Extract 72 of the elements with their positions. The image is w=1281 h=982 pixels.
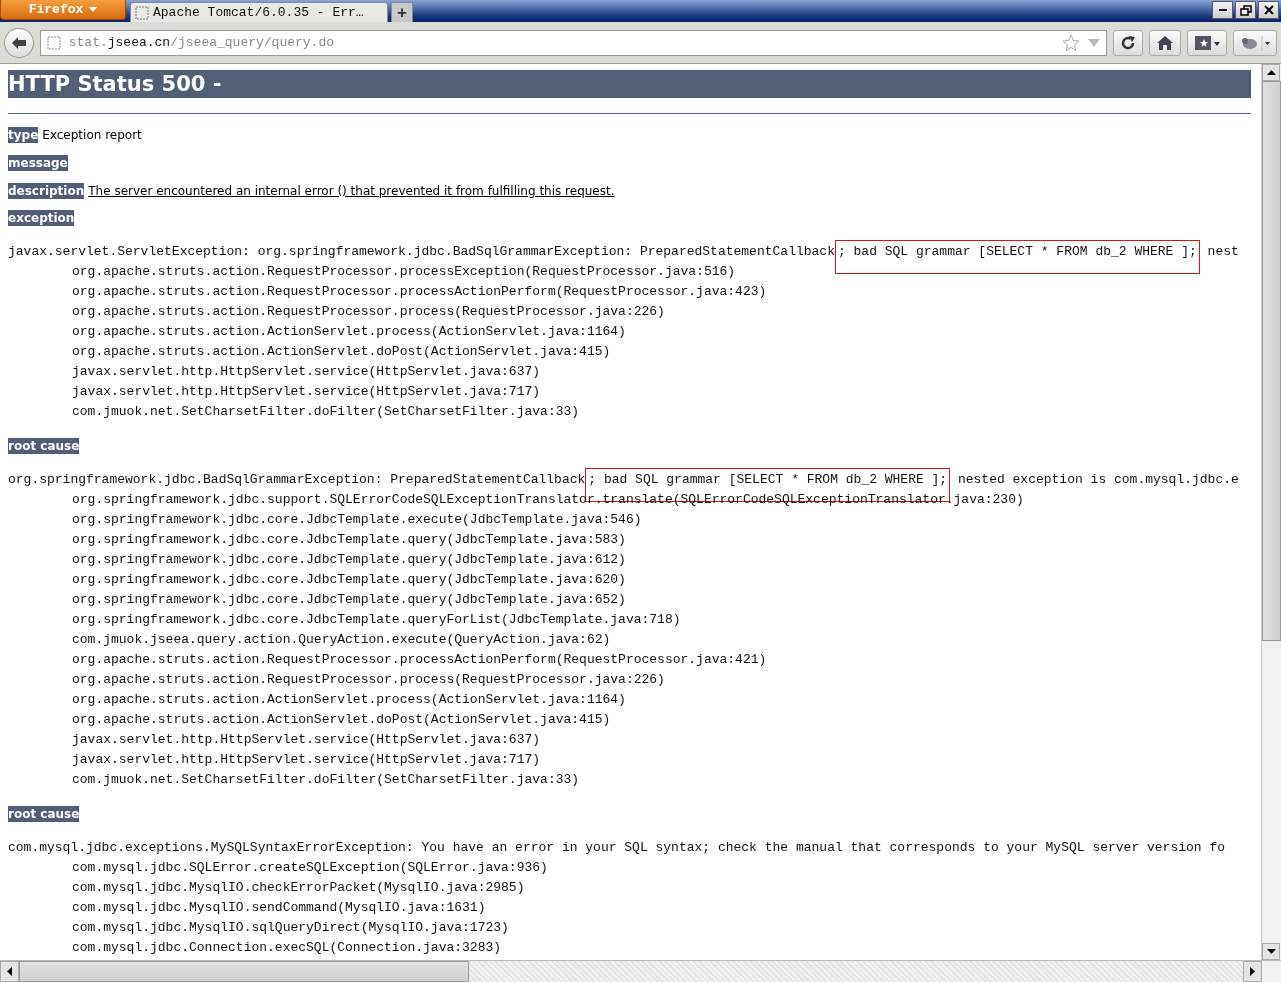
- vertical-scrollbar[interactable]: [1261, 64, 1281, 960]
- bookmarks-button[interactable]: [1187, 29, 1227, 56]
- page-heading: HTTP Status 500 -: [8, 70, 1251, 98]
- bookmarks-icon: [1194, 34, 1220, 51]
- stack-trace-line: com.mysql.jdbc.SQLError.createSQLException(SQLError.java:936): [71, 859, 549, 877]
- back-arrow-icon: [10, 35, 27, 50]
- scroll-up-icon: [1266, 70, 1276, 75]
- stack-trace-line: org.springframework.jdbc.core.JdbcTemplate.queryForList(JdbcTemplate.java:718): [71, 611, 682, 629]
- stack-trace-line: com.jmuok.jseea.query.action.QueryAction.execute(QueryAction.java:62): [71, 631, 612, 649]
- trace-text: org.springframework.jdbc.BadSqlGrammarException: PreparedStatementCallback: [8, 472, 586, 487]
- stack-trace-line: com.mysql.jdbc.Connection.execSQL(Connection.java:3283): [71, 939, 503, 957]
- stack-trace-line: javax.servlet.http.HttpServlet.service(HttpServlet.java:637): [71, 731, 542, 749]
- stack-trace-line: javax.servlet.http.HttpServlet.service(HttpServlet.java:717): [71, 751, 542, 769]
- page-icon: [46, 35, 61, 50]
- stack-trace-line: javax.servlet.http.HttpServlet.service(HttpServlet.java:637): [71, 363, 542, 381]
- scroll-down-icon: [1266, 949, 1276, 954]
- stack-trace-line: org.apache.struts.action.ActionServlet.process(ActionServlet.java:1164): [71, 323, 627, 341]
- stack-trace-line: com.mysql.jdbc.MysqlIO.checkErrorPacket(MysqlIO.java:2985): [71, 879, 526, 897]
- addon-button[interactable]: [1233, 29, 1277, 56]
- field-label: description: [8, 183, 85, 199]
- stack-trace-line: org.apache.struts.action.RequestProcessor.processActionPerform(RequestProcessor.java:423): [71, 283, 768, 301]
- horizontal-scrollbar[interactable]: [0, 960, 1281, 982]
- caret-icon: [89, 7, 98, 12]
- stack-trace-line: org.apache.struts.action.ActionServlet.process(ActionServlet.java:1164): [71, 691, 627, 709]
- stack-trace-line: org.springframework.jdbc.core.JdbcTemplate.query(JdbcTemplate.java:583): [71, 531, 627, 549]
- field-value: Exception report: [42, 128, 142, 142]
- stack-trace-line: org.springframework.jdbc.core.JdbcTemplate.query(JdbcTemplate.java:612): [71, 551, 627, 569]
- minimize-button[interactable]: [1212, 1, 1233, 19]
- stack-trace-line: com.mysql.jdbc.exceptions.MySQLSyntaxErrorException: You have an error in your SQL syntax; check the manual that corresponds to your MySQL server version fo: [8, 839, 1226, 857]
- stack-trace-line: org.apache.struts.action.RequestProcessor.process(RequestProcessor.java:226): [71, 671, 666, 689]
- scroll-left-icon: [7, 967, 12, 976]
- section-label: root cause: [8, 806, 80, 822]
- trace-text: nested exception is com.mysql.jdbc.e: [956, 472, 1239, 487]
- stack-trace-line: com.mysql.jdbc.MysqlIO.sqlQueryDirect(MysqlIO.java:1723): [71, 919, 510, 937]
- browser-tab[interactable]: Apache Tomcat/6.0.35 - Err…: [130, 2, 388, 22]
- section-label: exception: [8, 210, 75, 226]
- reload-icon: [1120, 34, 1136, 51]
- stack-trace-line: javax.servlet.http.HttpServlet.service(HttpServlet.java:717): [71, 383, 542, 401]
- restore-icon: [1239, 4, 1252, 16]
- restore-button[interactable]: [1235, 1, 1256, 19]
- trace-text: nest: [1206, 244, 1239, 259]
- stack-trace-line: org.apache.struts.action.RequestProcessor.processActionPerform(RequestProcessor.java:421): [71, 651, 768, 669]
- trace-text: javax.servlet.ServletException: org.springframework.jdbc.BadSqlGrammarException: PreparedStatementCallback: [8, 244, 835, 259]
- minimize-icon: [1218, 9, 1227, 11]
- stack-trace-line: org.springframework.jdbc.core.JdbcTemplate.query(JdbcTemplate.java:620): [71, 571, 627, 589]
- field-label: message: [8, 155, 68, 171]
- page-icon: [135, 5, 149, 20]
- new-tab-button[interactable]: +: [391, 2, 413, 22]
- back-button[interactable]: [4, 27, 34, 58]
- stack-trace-line: org.apache.struts.action.RequestProcessor.process(RequestProcessor.java:226): [71, 303, 666, 321]
- field-label: type: [8, 127, 39, 143]
- stack-trace-line: com.jmuok.net.SetCharsetFilter.doFilter(SetCharsetFilter.java:33): [71, 771, 581, 789]
- stack-trace-line: org.apache.struts.action.ActionServlet.doPost(ActionServlet.java:415): [71, 343, 612, 361]
- home-button[interactable]: [1149, 29, 1181, 56]
- close-icon: [1263, 5, 1274, 15]
- field-value: The server encountered an internal error () that prevented it from fulfilling this request.: [88, 184, 615, 198]
- reload-button[interactable]: [1113, 29, 1143, 56]
- stack-trace-line: org.apache.struts.action.ActionServlet.doPost(ActionServlet.java:415): [71, 711, 612, 729]
- stack-trace-line: org.springframework.jdbc.core.JdbcTemplate.query(JdbcTemplate.java:652): [71, 591, 627, 609]
- section-label: root cause: [8, 438, 80, 454]
- stack-trace-line: com.mysql.jdbc.MysqlIO.sendCommand(MysqlIO.java:1631): [71, 899, 487, 917]
- stack-trace-line: org.springframework.jdbc.core.JdbcTemplate.execute(JdbcTemplate.java:546): [71, 511, 643, 529]
- address-bar[interactable]: stat.jseea.cn/jseea_query/query.do: [39, 29, 1107, 56]
- stack-trace-line: com.jmuok.net.SetCharsetFilter.doFilter(SetCharsetFilter.java:33): [71, 403, 581, 421]
- url-text: stat.jseea.cn/jseea_query/query.do: [68, 35, 334, 50]
- close-button[interactable]: [1258, 1, 1279, 19]
- highlighted-text: ; bad SQL grammar [SELECT * FROM db_2 WHERE ];: [834, 240, 1200, 274]
- stack-trace-line: org.springframework.jdbc.support.SQLErrorCodeSQLExceptionTranslator.translate(SQLErrorCodeSQLExceptionTranslator.java:230): [71, 491, 1025, 509]
- stack-trace-line: org.apache.struts.action.RequestProcessor.processException(RequestProcessor.java:516): [71, 263, 737, 281]
- star-icon[interactable]: [1062, 34, 1080, 51]
- home-icon: [1156, 34, 1174, 51]
- scroll-right-icon: [1250, 967, 1255, 976]
